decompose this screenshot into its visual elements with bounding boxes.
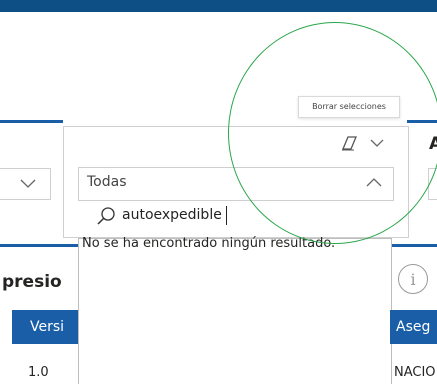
top-report-bar — [0, 0, 437, 12]
search-input-value[interactable]: autoexpedible — [122, 207, 222, 223]
search-icon — [97, 207, 115, 225]
table-header-version[interactable]: Versi — [12, 310, 78, 344]
chevron-down-icon — [20, 179, 36, 188]
right-filter-dropdown[interactable] — [428, 168, 437, 200]
left-filter-dropdown[interactable] — [0, 168, 51, 200]
chevron-down-icon[interactable] — [370, 139, 384, 148]
section-divider — [390, 244, 437, 247]
clear-selections-tooltip: Borrar selecciones — [298, 96, 400, 118]
no-results-message: No se ha encontrado ningún resultado. — [82, 236, 336, 251]
table-header-aseguradora[interactable]: Aseg — [390, 310, 437, 344]
right-slicer-title: A — [429, 134, 437, 154]
table-cell-aseguradora: NACIO — [394, 365, 436, 380]
search-results-panel — [78, 238, 392, 384]
chevron-up-icon[interactable] — [366, 177, 382, 187]
selected-value: Todas — [87, 174, 127, 190]
section-divider — [407, 120, 437, 123]
info-icon[interactable]: i — [398, 264, 428, 294]
section-title: presio — [2, 272, 62, 292]
section-divider — [0, 120, 63, 123]
eraser-icon[interactable] — [340, 135, 360, 151]
table-cell-version: 1.0 — [28, 365, 49, 380]
section-divider — [0, 244, 78, 247]
text-caret — [226, 206, 227, 225]
